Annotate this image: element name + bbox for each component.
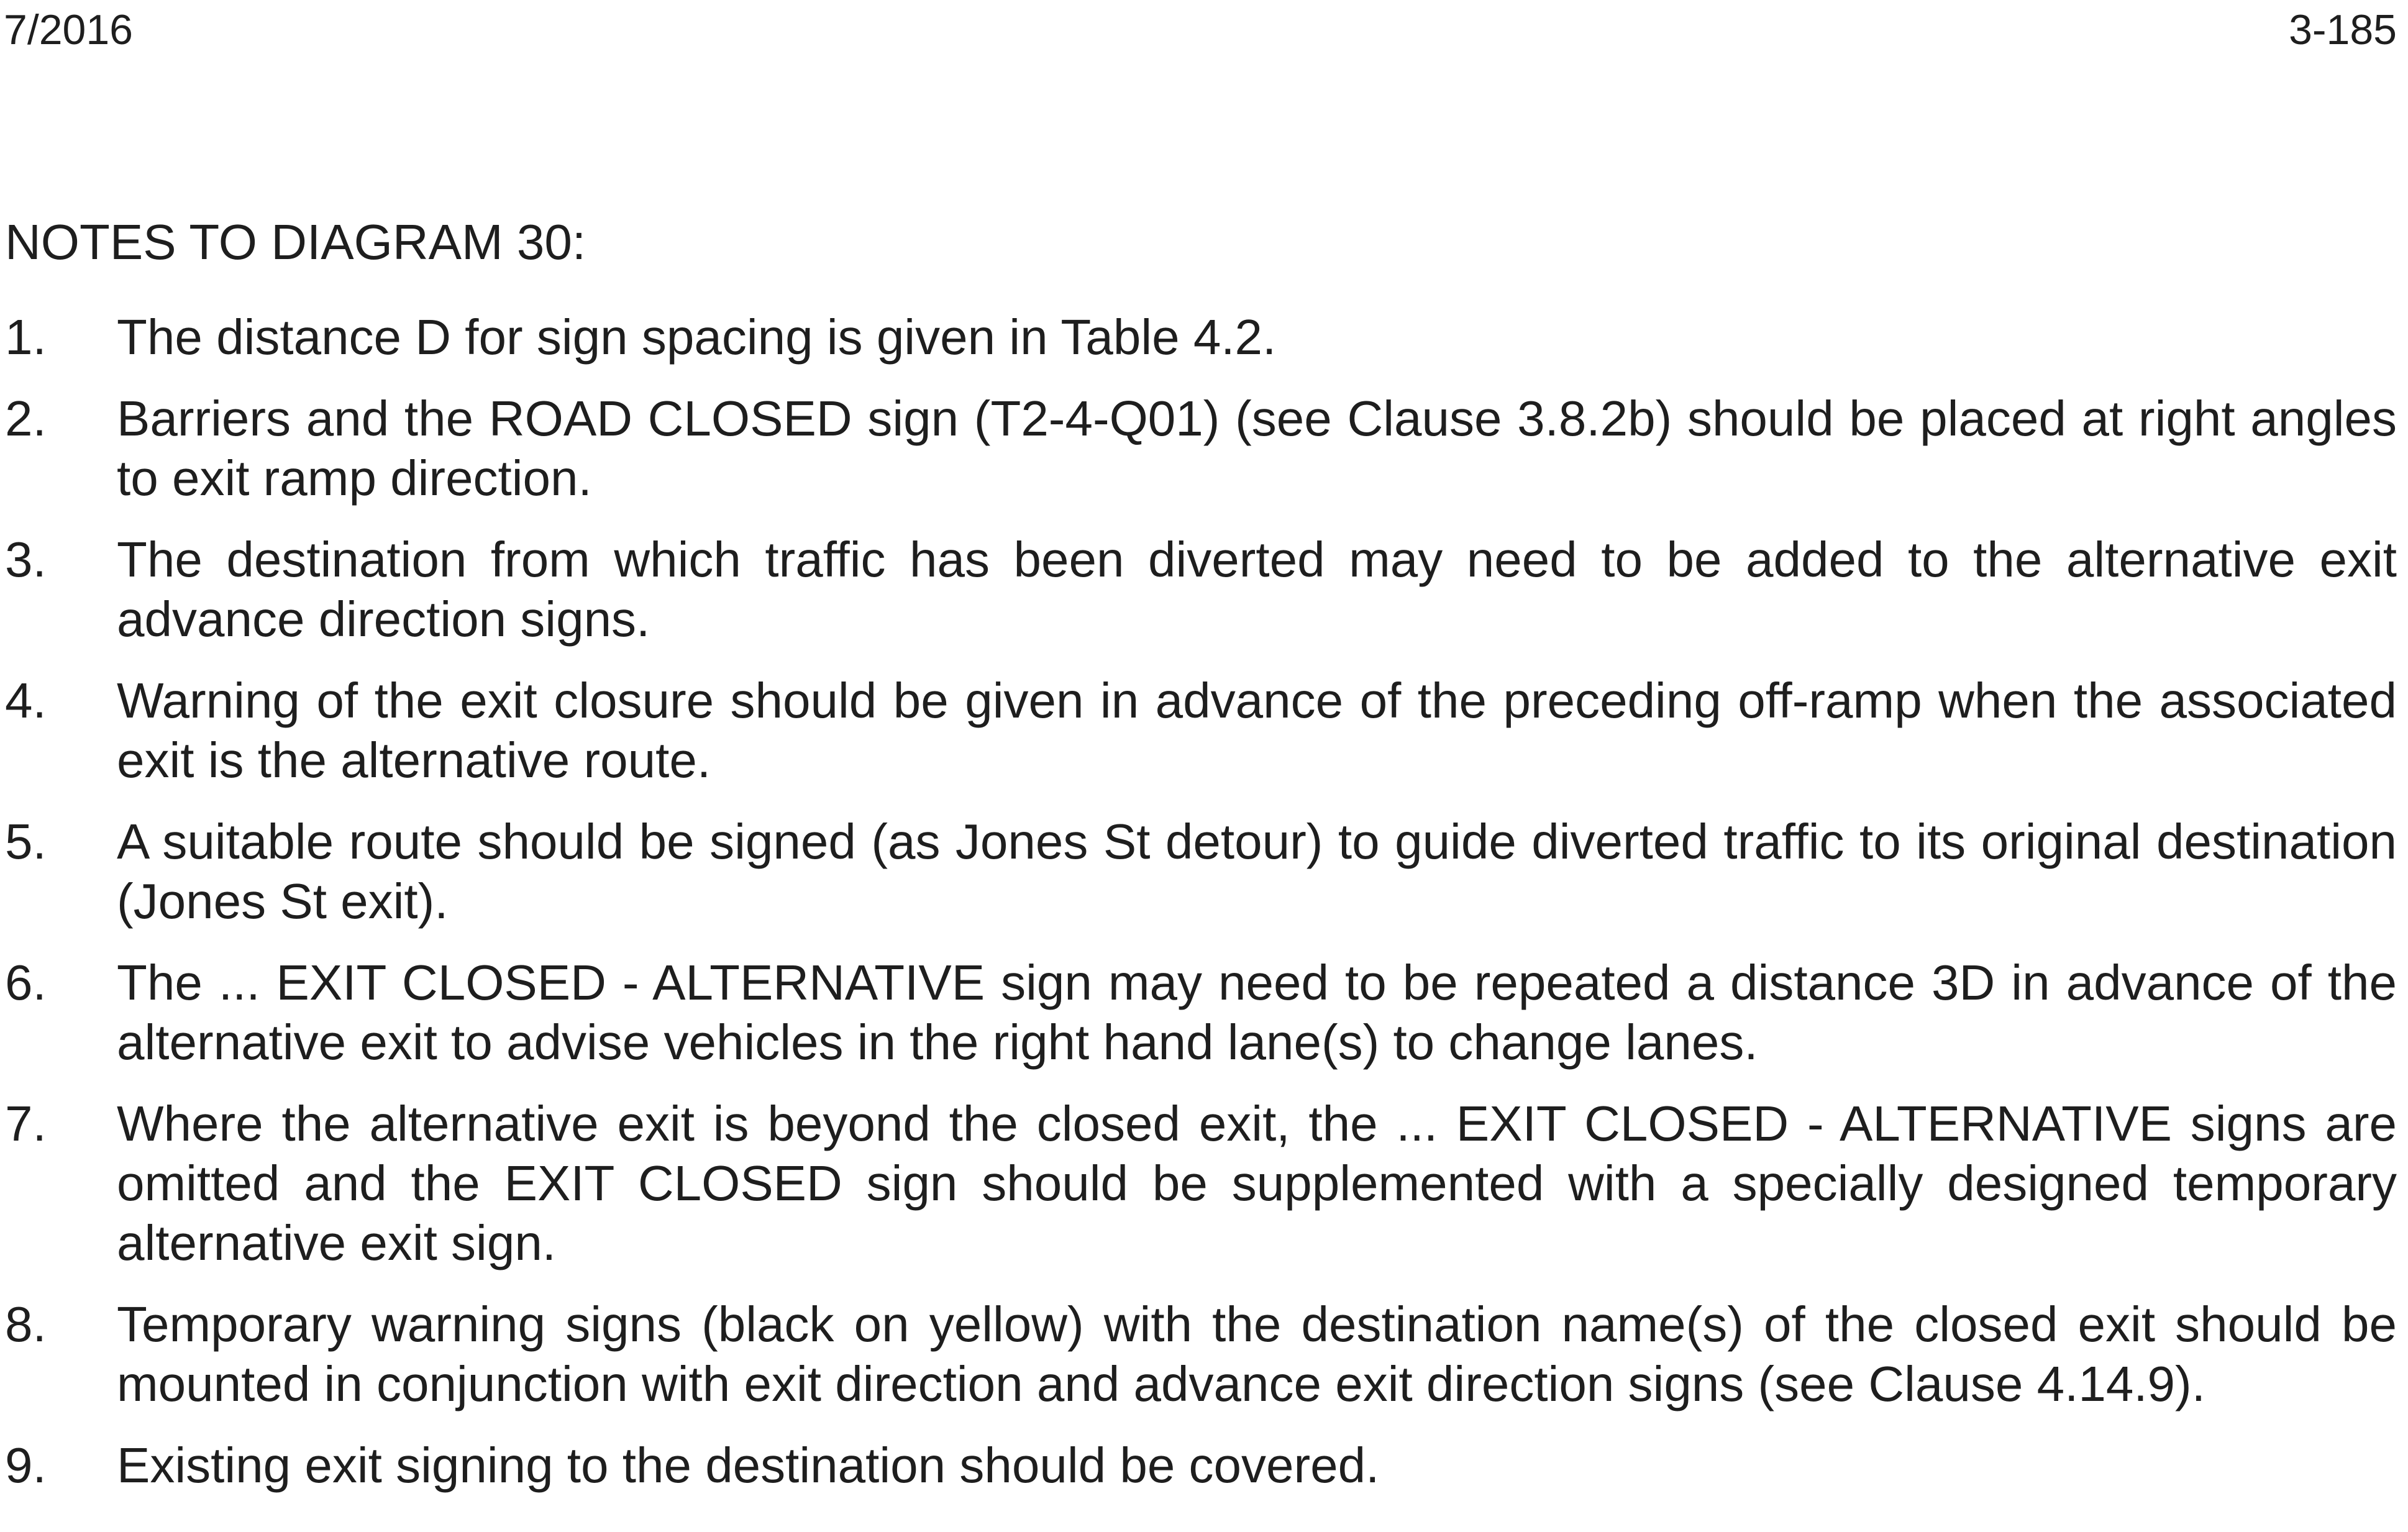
note-number: 5.	[5, 814, 47, 869]
note-text: The ... EXIT CLOSED - ALTERNATIVE sign m…	[117, 955, 2397, 1070]
note-number: 6.	[5, 955, 47, 1010]
note-text: Existing exit signing to the destination…	[117, 1438, 1380, 1493]
note-item-8: 8. Temporary warning signs (black on yel…	[0, 1295, 2397, 1414]
note-item-3: 3. The destination from which traffic ha…	[0, 530, 2397, 649]
header-page-number: 3-185	[2289, 6, 2397, 53]
note-text: The distance D for sign spacing is given…	[117, 309, 1277, 365]
note-number: 2.	[5, 391, 47, 446]
document-page: 7/2016 3-185 NOTES TO DIAGRAM 30: 1. The…	[0, 0, 2408, 1532]
note-number: 7.	[5, 1096, 47, 1151]
note-number: 4.	[5, 673, 47, 728]
notes-list: 1. The distance D for sign spacing is gi…	[0, 308, 2397, 1517]
note-number: 8.	[5, 1297, 47, 1352]
note-text: The destination from which traffic has b…	[117, 532, 2397, 647]
header-date: 7/2016	[4, 6, 133, 53]
note-item-2: 2. Barriers and the ROAD CLOSED sign (T2…	[0, 389, 2397, 508]
note-number: 9.	[5, 1438, 47, 1493]
note-item-5: 5. A suitable route should be signed (as…	[0, 812, 2397, 931]
note-text: A suitable route should be signed (as Jo…	[117, 814, 2397, 929]
note-text: Barriers and the ROAD CLOSED sign (T2-4-…	[117, 391, 2397, 506]
note-number: 1.	[5, 309, 47, 365]
note-item-9: 9. Existing exit signing to the destinat…	[0, 1436, 2397, 1495]
note-number: 3.	[5, 532, 47, 587]
note-item-4: 4. Warning of the exit closure should be…	[0, 671, 2397, 790]
section-title: NOTES TO DIAGRAM 30:	[5, 214, 586, 270]
note-text: Warning of the exit closure should be gi…	[117, 673, 2397, 788]
note-item-7: 7. Where the alternative exit is beyond …	[0, 1094, 2397, 1273]
note-text: Temporary warning signs (black on yellow…	[117, 1297, 2397, 1411]
note-text: Where the alternative exit is beyond the…	[117, 1096, 2397, 1270]
note-item-6: 6. The ... EXIT CLOSED - ALTERNATIVE sig…	[0, 953, 2397, 1072]
note-item-1: 1. The distance D for sign spacing is gi…	[0, 308, 2397, 367]
page-header: 7/2016 3-185	[4, 5, 2397, 55]
